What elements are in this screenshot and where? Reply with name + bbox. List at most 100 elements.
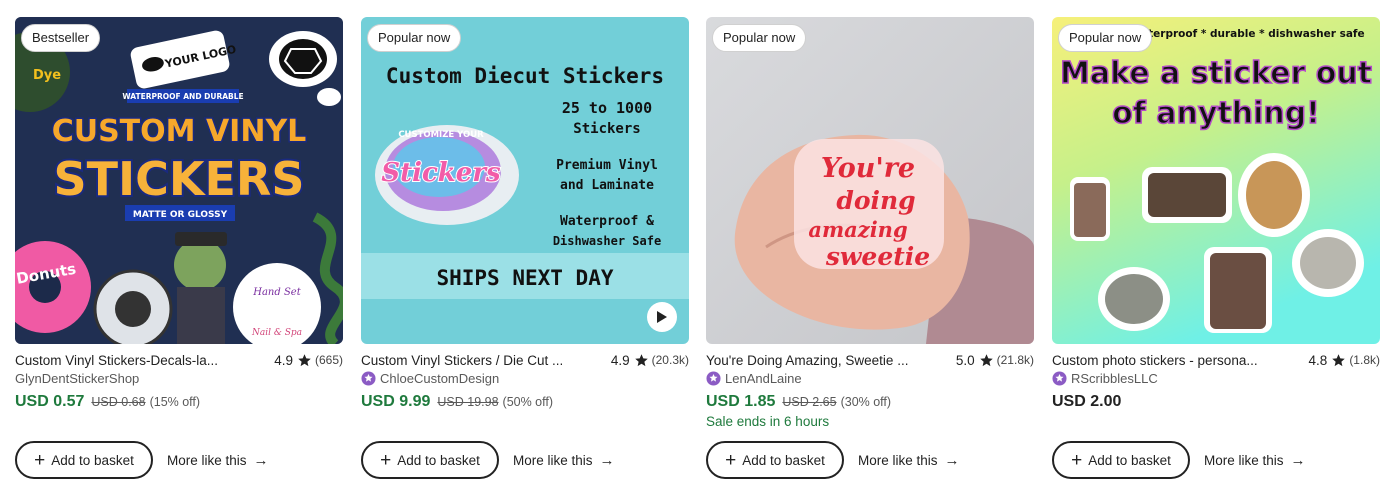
rating-score: 4.9 <box>274 352 293 368</box>
image-line-6: Dishwasher Safe <box>553 234 661 248</box>
add-to-basket-label: Add to basket <box>51 452 134 468</box>
shop-name-row[interactable]: RScribblesLLC <box>1052 369 1158 387</box>
review-count: (665) <box>314 353 343 367</box>
sale-price: USD 0.57 <box>15 393 85 410</box>
add-to-basket-label: Add to basket <box>742 452 825 468</box>
rating: 4.9 (665) <box>274 353 343 368</box>
more-like-this-label: More like this <box>858 452 938 468</box>
listing-image[interactable]: Dye YOUR LOGO WATERPROOF AND DURABLE CUS… <box>15 17 343 344</box>
rating: 5.0 (21.8k) <box>956 353 1034 368</box>
title-row: Custom photo stickers - persona... 4.8 (… <box>1052 350 1380 370</box>
original-price: USD 0.68 <box>91 395 146 409</box>
play-video-button[interactable] <box>647 302 677 332</box>
popular-now-badge: Popular now <box>1058 24 1153 52</box>
arrow-right-icon: → <box>1290 451 1306 469</box>
listing-title[interactable]: You're Doing Amazing, Sweetie ... <box>706 353 948 368</box>
more-like-this-link[interactable]: More like this → <box>513 451 615 469</box>
star-seller-icon <box>706 370 721 386</box>
add-to-basket-label: Add to basket <box>397 452 480 468</box>
listing-image-art: Dye YOUR LOGO WATERPROOF AND DURABLE CUS… <box>15 17 343 344</box>
star-icon <box>298 353 311 366</box>
image-heading: Custom Diecut Stickers <box>386 64 664 88</box>
image-banner: SHIPS NEXT DAY <box>436 266 613 290</box>
image-line-4: sweetie <box>825 242 930 271</box>
add-to-basket-button[interactable]: + Add to basket <box>706 441 844 479</box>
price-row: USD 1.85 USD 2.65 (30% off) <box>706 393 891 415</box>
listing-card: waterproof * durable * dishwasher safe M… <box>1052 17 1381 488</box>
rating-score: 4.9 <box>610 352 630 368</box>
image-line-3: Premium Vinyl <box>556 158 658 173</box>
rating-score: 5.0 <box>955 352 975 368</box>
image-line-2: Stickers <box>573 121 640 137</box>
more-like-this-link[interactable]: More like this → <box>1204 451 1306 469</box>
image-line-4: and Laminate <box>560 178 654 193</box>
arrow-right-icon: → <box>944 451 960 469</box>
shop-name-row[interactable]: GlynDentStickerShop <box>15 369 139 387</box>
listing-title[interactable]: Custom Vinyl Stickers / Die Cut ... <box>361 353 603 368</box>
review-count: (20.3k) <box>651 353 689 367</box>
popular-now-badge: Popular now <box>712 24 807 52</box>
sticker-dye-text: Dye <box>33 68 61 83</box>
shop-name: LenAndLaine <box>725 370 802 386</box>
sticker-top-text: CUSTOMIZE YOUR <box>398 130 484 140</box>
image-heading-1: Make a sticker out <box>1060 56 1372 91</box>
listing-image-art: waterproof * durable * dishwasher safe M… <box>1052 17 1380 344</box>
plus-icon: + <box>725 449 737 471</box>
shop-name: GlynDentStickerShop <box>15 370 140 386</box>
price-row: USD 2.00 <box>1052 393 1121 415</box>
sticker-main-text: Stickers <box>381 158 501 188</box>
plus-icon: + <box>1071 449 1083 471</box>
sticker-floral-text-2: Nail & Spa <box>251 328 302 338</box>
title-row: You're Doing Amazing, Sweetie ... 5.0 (2… <box>706 350 1034 370</box>
sticker-headline-2: STICKERS <box>53 152 304 206</box>
listing-title[interactable]: Custom photo stickers - persona... <box>1052 353 1301 368</box>
listing-image[interactable]: You're doing amazing sweetie Popular now <box>706 17 1034 344</box>
title-row: Custom Vinyl Stickers / Die Cut ... 4.9 … <box>361 350 689 370</box>
review-count: (1.8k) <box>1349 353 1380 367</box>
shop-name: RScribblesLLC <box>1071 370 1158 386</box>
price: USD 2.00 <box>1052 393 1122 410</box>
rating-score: 4.8 <box>1308 352 1328 368</box>
shop-name-row[interactable]: ChloeCustomDesign <box>361 369 499 387</box>
sticker-headline-1: CUSTOM VINYL <box>52 114 307 149</box>
star-icon <box>979 353 993 366</box>
listing-title[interactable]: Custom Vinyl Stickers-Decals-la... <box>15 353 266 368</box>
listing-image[interactable]: waterproof * durable * dishwasher safe M… <box>1052 17 1380 344</box>
add-to-basket-button[interactable]: + Add to basket <box>15 441 153 479</box>
image-line-1: You're <box>821 153 915 184</box>
review-count: (21.8k) <box>996 353 1034 367</box>
original-price: USD 19.98 <box>437 395 499 409</box>
original-price: USD 2.65 <box>782 395 837 409</box>
more-like-this-link[interactable]: More like this → <box>167 451 269 469</box>
star-seller-icon <box>1052 370 1067 386</box>
add-to-basket-button[interactable]: + Add to basket <box>1052 441 1190 479</box>
more-like-this-label: More like this <box>1204 452 1284 468</box>
price-row: USD 0.57 USD 0.68 (15% off) <box>15 393 200 415</box>
shop-name-row[interactable]: LenAndLaine <box>706 369 802 387</box>
listing-card: Dye YOUR LOGO WATERPROOF AND DURABLE CUS… <box>15 17 344 488</box>
arrow-right-icon: → <box>599 451 615 469</box>
more-like-this-label: More like this <box>513 452 593 468</box>
listing-image[interactable]: Custom Diecut Stickers CUSTOMIZE YOUR St… <box>361 17 689 344</box>
more-like-this-link[interactable]: More like this → <box>858 451 960 469</box>
rating: 4.9 (20.3k) <box>611 353 689 368</box>
bestseller-badge: Bestseller <box>21 24 101 52</box>
arrow-right-icon: → <box>253 451 269 469</box>
image-line-3: amazing <box>808 217 907 242</box>
add-to-basket-button[interactable]: + Add to basket <box>361 441 499 479</box>
shop-name: ChloeCustomDesign <box>380 370 500 386</box>
sale-ends-note: Sale ends in 6 hours <box>706 414 830 429</box>
discount-percent: (30% off) <box>840 395 892 409</box>
play-icon <box>657 311 667 323</box>
sticker-banner-text: WATERPROOF AND DURABLE <box>122 92 243 101</box>
plus-icon: + <box>34 449 46 471</box>
plus-icon: + <box>380 449 392 471</box>
discount-percent: (15% off) <box>149 395 201 409</box>
sale-price: USD 9.99 <box>361 393 431 410</box>
sticker-sub-text: MATTE OR GLOSSY <box>133 210 228 220</box>
title-row: Custom Vinyl Stickers-Decals-la... 4.9 (… <box>15 350 343 370</box>
listing-card: Custom Diecut Stickers CUSTOMIZE YOUR St… <box>361 17 690 488</box>
listing-image-art: You're doing amazing sweetie <box>706 17 1034 344</box>
image-top-text: waterproof * durable * dishwasher safe <box>1131 28 1364 40</box>
image-line-5: Waterproof & <box>560 214 654 229</box>
